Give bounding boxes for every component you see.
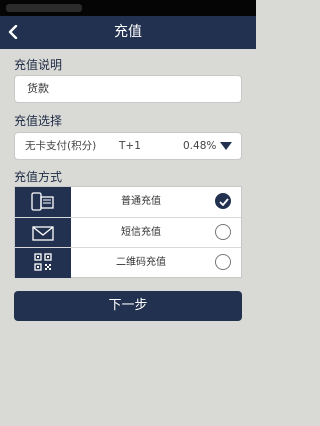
method-radio-normal[interactable] bbox=[215, 193, 231, 209]
method-name: 二维码充值 bbox=[116, 257, 166, 268]
method-row-sms[interactable]: 短信充值 bbox=[15, 217, 241, 248]
dropdown-arrow-icon bbox=[220, 142, 232, 150]
description-label: 充值说明 bbox=[14, 58, 63, 72]
method-name: 普通充值 bbox=[121, 196, 161, 207]
method-name: 短信充值 bbox=[121, 227, 161, 238]
method-radio-qrcode[interactable] bbox=[215, 254, 231, 270]
method-list: 普通充值 短信充值 二维码充值 bbox=[14, 186, 242, 278]
page-title: 充值 bbox=[114, 24, 142, 40]
method-icon-cell bbox=[15, 187, 71, 217]
payment-type: 无卡支付(积分) bbox=[25, 140, 97, 152]
description-value: 货款 bbox=[27, 82, 49, 95]
settlement-cycle: T+1 bbox=[119, 140, 141, 152]
method-icon-cell bbox=[15, 248, 71, 278]
status-bar-info bbox=[6, 4, 82, 12]
method-icon-cell bbox=[15, 218, 71, 248]
option-select[interactable]: 无卡支付(积分) T+1 0.48% bbox=[14, 132, 242, 160]
option-label: 充值选择 bbox=[14, 114, 63, 128]
envelope-icon bbox=[32, 226, 54, 241]
description-field[interactable]: 货款 bbox=[14, 75, 242, 103]
method-row-normal[interactable]: 普通充值 bbox=[15, 187, 241, 217]
method-radio-sms[interactable] bbox=[215, 224, 231, 240]
method-row-qrcode[interactable]: 二维码充值 bbox=[15, 247, 241, 278]
fee-rate: 0.48% bbox=[183, 140, 217, 152]
card-reader-icon bbox=[31, 192, 54, 211]
qr-code-icon bbox=[34, 253, 52, 271]
method-label: 充值方式 bbox=[14, 170, 63, 184]
nav-bar: 充值 bbox=[0, 16, 256, 49]
next-step-button[interactable]: 下一步 bbox=[14, 291, 242, 321]
status-bar bbox=[0, 0, 256, 16]
checkmark-icon bbox=[219, 198, 229, 206]
